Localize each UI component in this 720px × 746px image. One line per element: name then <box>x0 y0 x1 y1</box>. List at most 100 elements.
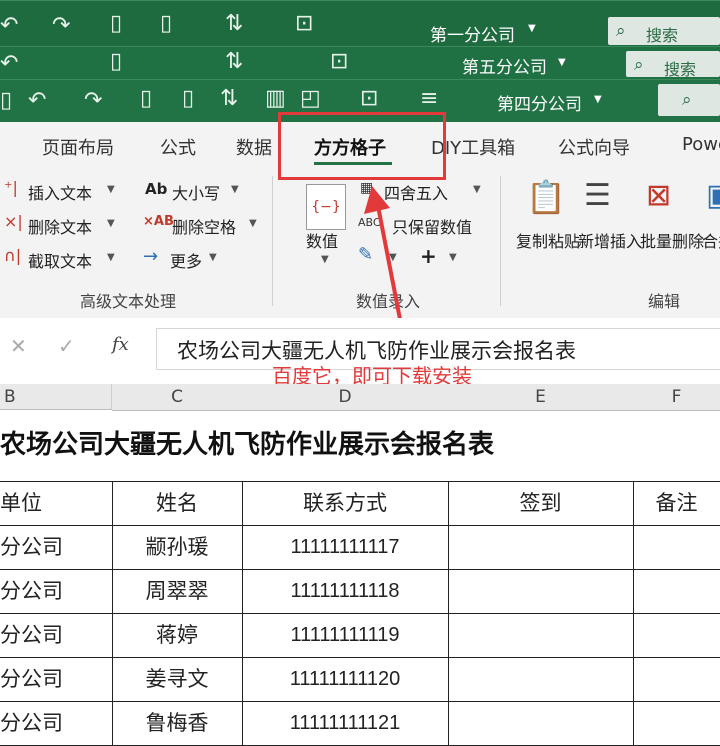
merge-label: 合并 <box>702 232 720 251</box>
chevron-down-icon[interactable]: ▼ <box>449 252 457 263</box>
undo-icon[interactable]: ↶ <box>0 15 18 37</box>
table-cell[interactable]: 分公司 <box>0 570 113 614</box>
column-header-b[interactable]: B <box>0 384 112 410</box>
chevron-down-icon[interactable]: ▼ <box>528 23 536 34</box>
table-cell[interactable]: 颛孙瑗 <box>112 526 243 570</box>
delete-text-icon: ×| <box>4 212 23 231</box>
chevron-down-icon[interactable]: ▼ <box>558 57 566 68</box>
chevron-down-icon: ▼ <box>107 184 115 195</box>
text-box-icon[interactable]: ⊡ <box>360 88 378 110</box>
redo-icon[interactable]: ↷ <box>84 90 102 112</box>
chevron-down-icon: ▼ <box>321 254 329 265</box>
merge-icon: ▣ <box>706 178 720 213</box>
save-icon[interactable]: ▯ <box>0 90 12 112</box>
tab-data[interactable]: 数据 <box>236 134 272 160</box>
chevron-down-icon: ▼ <box>107 218 115 229</box>
redo-icon[interactable]: ↷ <box>52 15 70 37</box>
window-title-1[interactable]: 第一分公司 <box>430 21 515 46</box>
delete-text-label: 删除文本 <box>28 218 93 237</box>
search-label: 搜索 <box>664 60 697 79</box>
clipboard-icon: 📋 <box>526 178 566 216</box>
chevron-down-icon: ▼ <box>209 252 217 263</box>
header-cell[interactable]: 姓名 <box>112 482 243 526</box>
table-cell[interactable]: 蒋婷 <box>112 614 243 658</box>
group-separator <box>272 176 273 306</box>
header-cell[interactable]: 签到 <box>448 482 634 526</box>
sheet-title[interactable]: 农场公司大疆无人机飞防作业展示会报名表 <box>0 424 494 461</box>
header-cell[interactable]: 单位 <box>0 482 113 526</box>
table-cell[interactable]: 11111111120 <box>242 658 449 702</box>
window-titlebar-2: ↶ ▯ ⇅ ⊡ 第五分公司 ▼ ⌕ 搜索 <box>0 46 720 80</box>
document-icon[interactable]: ▯ <box>110 13 122 35</box>
table-cell[interactable]: 11111111118 <box>242 570 449 614</box>
window-title-2[interactable]: 第五分公司 <box>462 53 547 78</box>
column-header-e[interactable]: E <box>448 384 634 411</box>
table-cell[interactable]: 分公司 <box>0 614 113 658</box>
table-cell[interactable]: 分公司 <box>0 702 113 746</box>
text-box-icon[interactable]: ⊡ <box>330 51 348 73</box>
search-box-1[interactable]: ⌕ 搜索 <box>608 17 720 45</box>
chevron-down-icon[interactable]: ▼ <box>594 94 602 105</box>
header-cell[interactable]: 备注 <box>633 482 720 526</box>
table-cell[interactable] <box>633 570 720 614</box>
text-box-icon[interactable]: ⊡ <box>295 13 313 35</box>
table-cell[interactable]: 分公司 <box>0 526 113 570</box>
table-cell[interactable]: 分公司 <box>0 658 113 702</box>
page-icon[interactable]: ▯ <box>182 88 194 110</box>
numeric-label: 数值 <box>306 232 339 251</box>
batch-delete-label: 批量删除 <box>640 232 705 251</box>
table-cell[interactable] <box>633 702 720 746</box>
confirm-icon[interactable]: ✓ <box>58 334 75 358</box>
table-cell[interactable] <box>448 702 634 746</box>
print-preview-icon[interactable]: ▯ <box>140 88 152 110</box>
tab-formulas[interactable]: 公式 <box>160 134 196 160</box>
table-cell[interactable]: 姜寻文 <box>112 658 243 702</box>
document-icon[interactable]: ▯ <box>110 51 122 73</box>
header-cell[interactable]: 联系方式 <box>242 482 449 526</box>
insert-text-label: 插入文本 <box>28 184 93 203</box>
cancel-icon[interactable]: ✕ <box>10 334 27 358</box>
table-cell[interactable]: 11111111119 <box>242 614 449 658</box>
table-cell[interactable]: 鲁梅香 <box>112 702 243 746</box>
search-label: 搜索 <box>646 26 679 45</box>
search-box-3[interactable]: ⌕ <box>658 84 720 116</box>
table-cell[interactable] <box>448 658 634 702</box>
customize-qat-icon[interactable]: ≡ <box>420 88 438 110</box>
tab-formula-wizard[interactable]: 公式向导 <box>558 134 630 160</box>
sort-az-icon[interactable]: ⇅ <box>220 88 238 110</box>
shapes-icon[interactable]: ◰ <box>300 88 321 110</box>
table-cell[interactable] <box>633 526 720 570</box>
table-cell[interactable]: 11111111117 <box>242 526 449 570</box>
table-cell[interactable] <box>448 526 634 570</box>
column-header-c[interactable]: C <box>112 384 243 411</box>
column-header-d[interactable]: D <box>242 384 449 411</box>
search-box-2[interactable]: ⌕ 搜索 <box>626 51 720 79</box>
copy-paste-label: 复制粘贴 <box>516 232 581 251</box>
group-name-text: 高级文本处理 <box>80 292 177 311</box>
tab-page-layout[interactable]: 页面布局 <box>42 134 114 160</box>
tab-power[interactable]: Powe <box>682 134 720 155</box>
plus-icon[interactable]: + <box>420 244 437 268</box>
table-cell[interactable]: 11111111121 <box>242 702 449 746</box>
window-title-3[interactable]: 第四分公司 <box>497 90 582 115</box>
table-cell[interactable] <box>633 614 720 658</box>
chevron-down-icon: ▼ <box>107 252 115 263</box>
undo-icon[interactable]: ↶ <box>28 90 46 112</box>
sort-icon[interactable]: ⇅ <box>225 51 243 73</box>
undo-icon[interactable]: ↶ <box>0 53 18 75</box>
delete-grid-icon: ⊠ <box>646 178 672 213</box>
group-name-edit: 编辑 <box>648 292 681 311</box>
case-label: 大小写 <box>172 184 221 203</box>
page-icon[interactable]: ▯ <box>160 13 172 35</box>
table-cell[interactable]: 周翠翠 <box>112 570 243 614</box>
table-cell[interactable] <box>633 658 720 702</box>
highlight-box <box>278 112 446 180</box>
column-header-f[interactable]: F <box>633 384 720 411</box>
sort-icon[interactable]: ⇅ <box>225 13 243 35</box>
chevron-down-icon: ▼ <box>231 184 239 195</box>
table-cell[interactable] <box>448 570 634 614</box>
chart-icon[interactable]: ▥ <box>265 88 286 110</box>
fx-icon[interactable]: fx <box>112 334 129 355</box>
table-cell[interactable] <box>448 614 634 658</box>
remove-spaces-label: 删除空格 <box>172 218 237 237</box>
